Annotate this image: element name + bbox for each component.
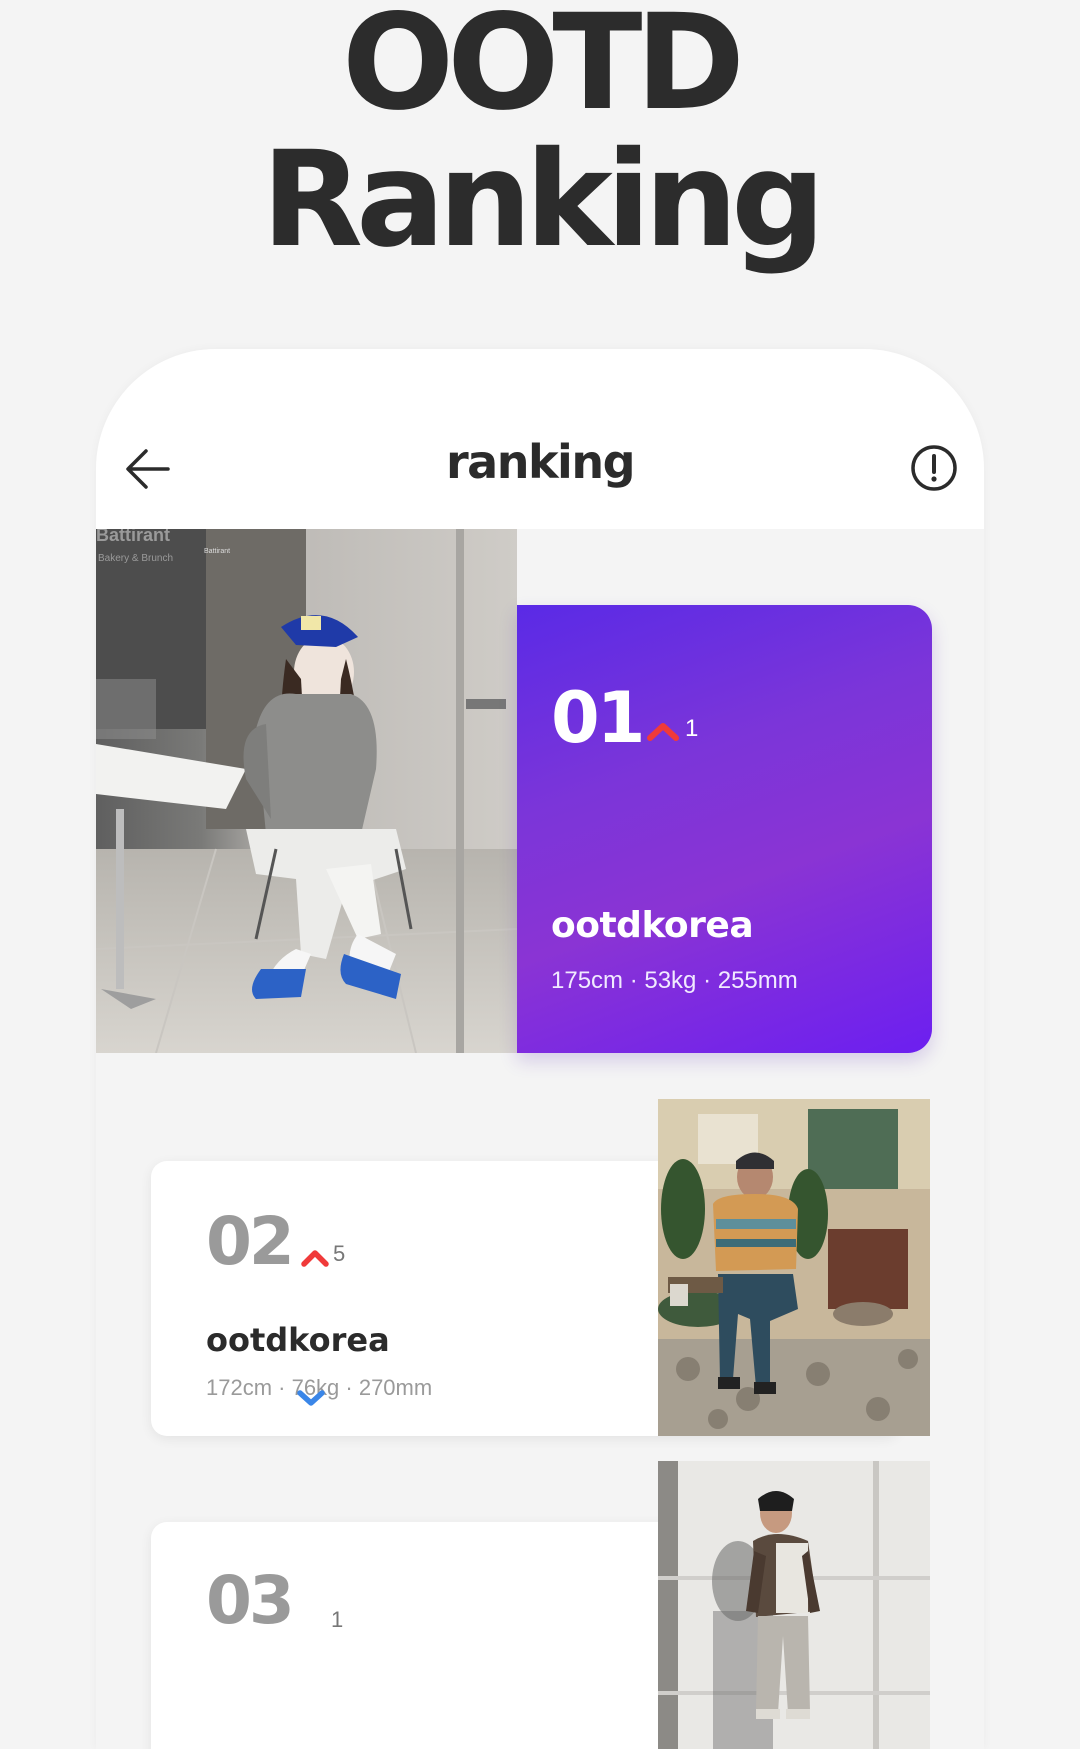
username: ootdkorea bbox=[551, 905, 754, 946]
rank-change: 5 bbox=[333, 1241, 346, 1266]
rank-up-icon bbox=[647, 723, 679, 741]
rank-number: 03 bbox=[206, 1562, 295, 1639]
headline-line-1: OOTD bbox=[341, 0, 745, 140]
rank-number: 02 bbox=[206, 1203, 295, 1280]
body-stats: 175cm · 53kg · 255mm bbox=[551, 967, 798, 994]
photo-sign-text-1: Battirant bbox=[96, 529, 170, 545]
rank-1-photo[interactable]: Battirant Bakery & Brunch Battirant bbox=[96, 529, 517, 1053]
rank-up-icon bbox=[301, 1250, 329, 1267]
exclamation-circle-icon bbox=[911, 445, 957, 491]
rank-change: 1 bbox=[331, 1607, 344, 1632]
rank-change: 1 bbox=[685, 715, 699, 742]
rank-1-card[interactable]: 01 1 ootdkorea 175cm · 53kg · 255mm bbox=[517, 605, 932, 1053]
page-title: ranking bbox=[445, 435, 636, 489]
top-bar: ranking bbox=[96, 349, 984, 529]
username: ootdkorea bbox=[206, 1321, 390, 1359]
photo-sign-text-3: Battirant bbox=[204, 548, 230, 555]
rank-number: 01 bbox=[551, 677, 645, 759]
phone-frame: ranking Battirant Bakery & Brunch Battir… bbox=[96, 349, 984, 1749]
rank-down-icon bbox=[297, 1390, 325, 1406]
headline-line-2: Ranking bbox=[261, 123, 825, 277]
info-button[interactable] bbox=[908, 442, 960, 494]
rank-2-photo[interactable] bbox=[658, 1099, 930, 1436]
photo-sign-text-2: Bakery & Brunch bbox=[98, 553, 173, 564]
rank-3-photo[interactable] bbox=[658, 1461, 930, 1749]
